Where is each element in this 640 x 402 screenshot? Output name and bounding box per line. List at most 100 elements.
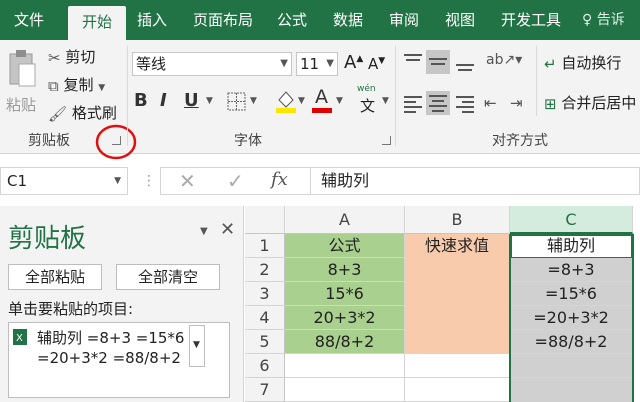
font-size-combo[interactable]: 11 ▼ [296,52,338,76]
item-dropdown[interactable]: ▼ [189,325,205,367]
insert-function-icon[interactable]: fx [271,169,288,190]
align-bottom-icon[interactable] [454,52,476,74]
row-header[interactable]: 7 [245,378,285,402]
clipboard-item[interactable]: X 辅助列 =8+3 =15*6 =20+3*2 =88/8+2 ▼ [8,322,230,398]
wrap-text-button[interactable]: ↵ 自动换行 [544,52,621,73]
cell-b3[interactable] [405,282,510,306]
row-header[interactable]: 6 [245,354,285,378]
column-header-c[interactable]: C [510,206,633,234]
cell-b6[interactable] [405,354,510,378]
align-middle-icon[interactable] [426,50,450,74]
chevron-down-icon[interactable]: ▼ [206,96,213,106]
cancel-icon[interactable]: ✕ [179,169,196,193]
font-name-combo[interactable]: 等线 ▼ [132,52,292,76]
chevron-down-icon[interactable]: ▼ [200,226,208,237]
indent-icon[interactable]: ⇤ [484,94,497,112]
italic-button[interactable]: I [160,90,167,111]
tab-insert[interactable]: 插入 [132,0,172,40]
align-top-icon[interactable] [402,52,424,72]
tab-data[interactable]: 数据 [328,0,368,40]
clear-all-button[interactable]: 全部清空 [116,264,220,290]
cell-a7[interactable] [285,378,405,402]
cell-c5[interactable]: =88/8+2 [510,330,633,354]
cell-b5[interactable] [405,330,510,354]
scissors-icon: ✂ [48,48,61,67]
pane-title: 剪贴板 [8,224,87,254]
column-header-b[interactable]: B [405,206,510,234]
clipboard-icon [9,50,36,87]
group-separator [395,46,396,146]
paste-button[interactable]: 粘贴 [4,46,40,122]
row-header[interactable]: 1 [245,234,285,258]
close-icon[interactable]: ✕ [220,219,235,240]
cell-c4[interactable]: =20+3*2 [510,306,633,330]
tab-page-layout[interactable]: 页面布局 [186,0,260,40]
cell-b1[interactable]: 快速求值 [405,234,510,258]
cell-c3[interactable]: =15*6 [510,282,633,306]
worksheet-grid: A B C 1 2 3 4 5 6 7 公式 8+3 15*6 20+3*2 8… [245,206,640,402]
select-all-corner[interactable] [245,206,285,234]
row-header[interactable]: 5 [245,330,285,354]
wrap-text-icon: ↵ [544,54,557,73]
cell-b4[interactable] [405,306,510,330]
chevron-down-icon[interactable]: ▼ [250,96,257,106]
outdent-icon[interactable]: ⇥ [510,94,523,112]
cell-a4[interactable]: 20+3*2 [285,306,405,330]
row-header[interactable]: 3 [245,282,285,306]
phonetic-guide-icon[interactable]: wén 文 [356,84,380,115]
format-painter-button[interactable]: 🖌 格式刷 [48,102,117,123]
cut-button[interactable]: ✂ 剪切 [48,46,95,67]
font-color-icon[interactable]: A [312,86,332,114]
align-left-icon[interactable] [402,94,424,114]
cell-c2[interactable]: =8+3 [510,258,633,282]
cell-a5[interactable]: 88/8+2 [285,330,405,354]
more-options-icon[interactable]: ⋮ [142,173,156,189]
row-header[interactable]: 2 [245,258,285,282]
group-separator [536,46,537,116]
cell-a6[interactable] [285,354,405,378]
chevron-down-icon[interactable]: ▼ [336,96,343,106]
tab-review[interactable]: 审阅 [384,0,424,40]
formula-input[interactable]: 辅助列 [310,167,640,195]
copy-icon: ⧉ [48,76,59,95]
orientation-icon[interactable]: ab↗▾ [486,52,522,68]
chevron-down-icon: ▼ [280,58,288,69]
alignment-group-label: 对齐方式 [492,133,548,149]
ribbon-tab-bar: 文件 开始 插入 页面布局 公式 数据 审阅 视图 开发工具 ♀ 告诉 [0,0,640,40]
enter-icon[interactable]: ✓ [227,169,244,193]
underline-button[interactable]: U [184,90,199,111]
tab-view[interactable]: 视图 [440,0,480,40]
cell-b2[interactable] [405,258,510,282]
tab-formulas[interactable]: 公式 [272,0,312,40]
clipboard-group-label: 剪贴板 [28,133,70,149]
paste-all-button[interactable]: 全部粘贴 [8,264,102,290]
row-header[interactable]: 4 [245,306,285,330]
copy-button[interactable]: ⧉ 复制 ▼ [48,74,105,95]
cell-c6[interactable] [510,354,633,378]
cell-a3[interactable]: 15*6 [285,282,405,306]
borders-icon[interactable] [226,91,248,113]
cell-a1[interactable]: 公式 [285,234,405,258]
tab-developer[interactable]: 开发工具 [494,0,568,40]
bold-button[interactable]: B [134,90,148,111]
lightbulb-icon: ♀ [582,12,593,28]
increase-font-icon[interactable]: A▲ [344,52,363,73]
name-box[interactable]: C1 ▼ [0,167,128,195]
tab-file[interactable]: 文件 [4,0,54,40]
cell-c7[interactable] [510,378,633,402]
align-center-icon[interactable] [426,91,450,115]
decrease-font-icon[interactable]: A▼ [368,55,385,73]
column-header-a[interactable]: A [285,206,405,234]
align-right-icon[interactable] [454,94,476,114]
font-launcher-icon[interactable] [382,136,391,145]
chevron-down-icon[interactable]: ▼ [382,96,389,106]
cell-a2[interactable]: 8+3 [285,258,405,282]
chevron-down-icon: ▼ [98,83,106,93]
cell-b7[interactable] [405,378,510,402]
chevron-down-icon[interactable]: ▼ [298,96,305,106]
merge-center-button[interactable]: ⊞ 合并后居中 [544,92,636,113]
tab-home[interactable]: 开始 [68,6,126,40]
fill-color-icon[interactable] [274,88,298,114]
cell-c1[interactable]: 辅助列 [510,234,633,258]
tell-me-box[interactable]: ♀ 告诉 [582,0,625,40]
